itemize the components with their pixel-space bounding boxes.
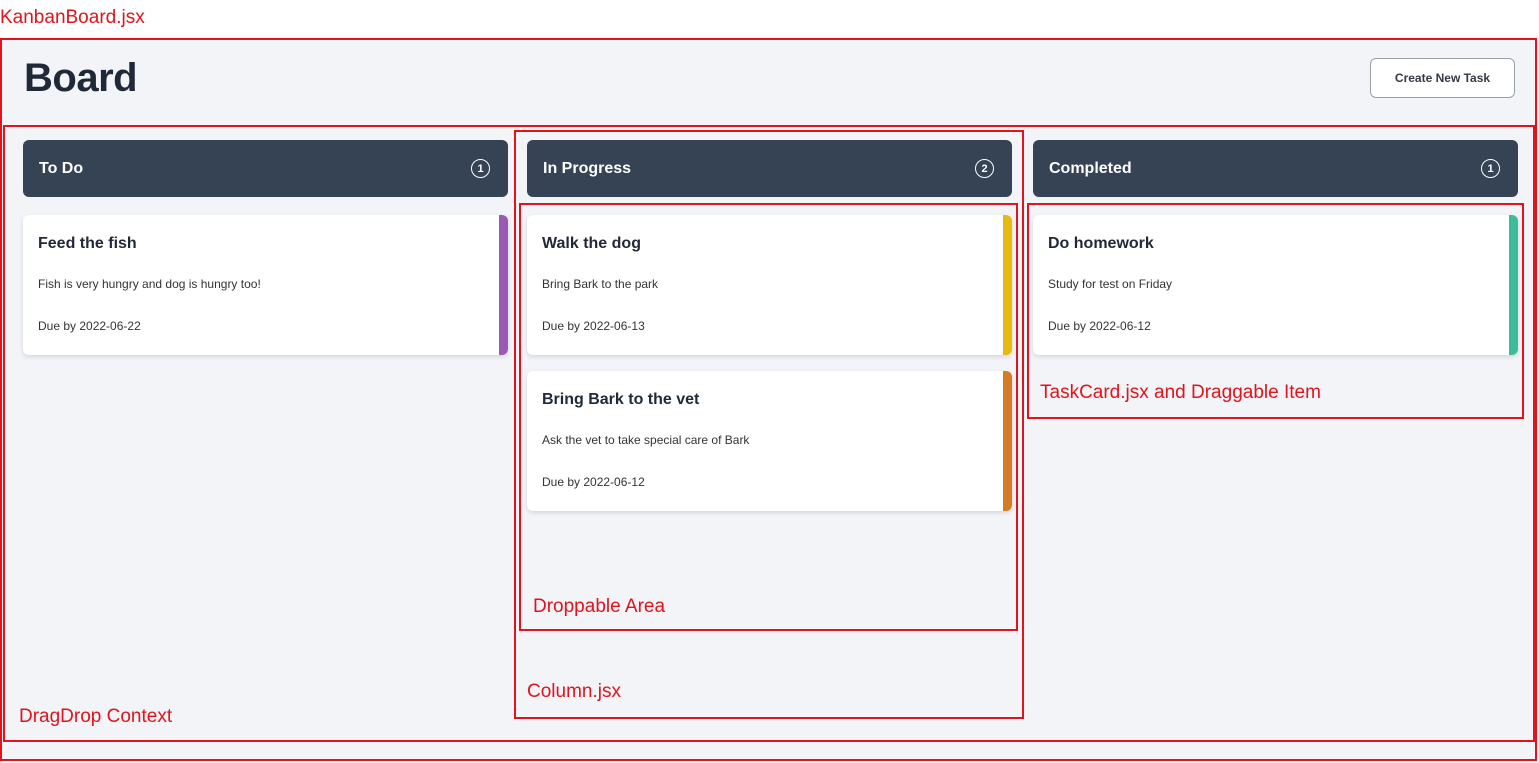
taskcard-annotation-label: TaskCard.jsx and Draggable Item bbox=[1040, 382, 1321, 403]
droppable-area-annotation-box bbox=[519, 203, 1018, 631]
column-annotation-label: Column.jsx bbox=[527, 681, 621, 702]
kanban-board-annotation-label: KanbanBoard.jsx bbox=[0, 7, 145, 28]
droppable-area-annotation-label: Droppable Area bbox=[533, 596, 666, 617]
dragdrop-context-annotation-label: DragDrop Context bbox=[19, 706, 173, 727]
